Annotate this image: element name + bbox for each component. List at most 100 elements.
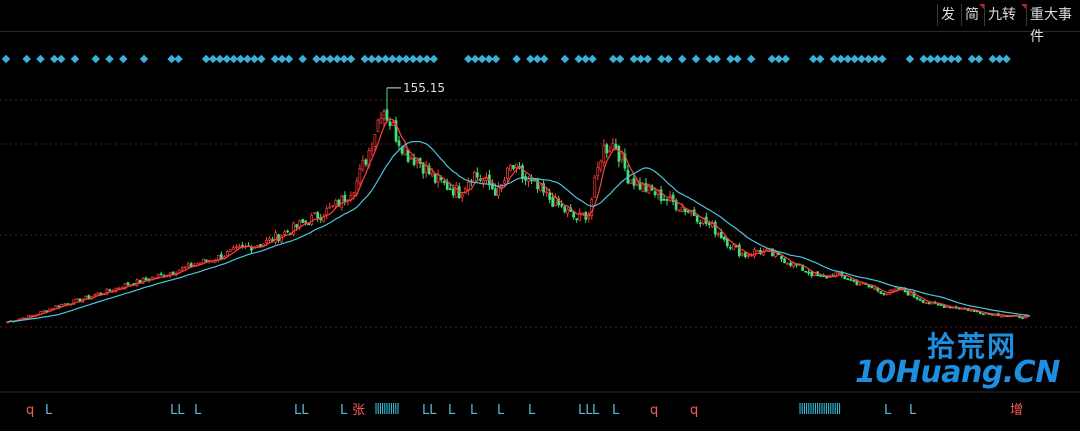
signal-label: LL — [578, 403, 593, 418]
candle-body — [783, 258, 786, 264]
candle-body — [274, 232, 277, 243]
candle-body — [96, 292, 100, 296]
candle-body — [731, 244, 735, 250]
signal-dot — [174, 54, 183, 64]
candle-body — [382, 111, 386, 120]
candle-body — [364, 159, 368, 165]
candle-body — [719, 231, 723, 239]
candle-body — [352, 192, 356, 196]
candle-body — [313, 212, 317, 215]
candle-body — [343, 194, 347, 203]
candle-body — [135, 279, 139, 286]
signal-dot — [22, 54, 31, 64]
signal-dot — [105, 54, 114, 64]
candle-body — [232, 247, 235, 250]
signal-dot — [298, 54, 307, 64]
candle-body — [560, 204, 564, 207]
signal-dot — [712, 54, 721, 64]
signal-dot — [429, 54, 439, 64]
candle-body — [57, 305, 61, 308]
candle-body — [653, 191, 657, 196]
candle-body — [138, 279, 142, 284]
candle-body — [774, 252, 777, 258]
candle-body — [849, 279, 853, 281]
candle-body — [918, 298, 922, 301]
signal-dot — [643, 54, 652, 64]
candle-body — [482, 179, 485, 184]
candle-body — [301, 219, 305, 223]
candle-body — [695, 215, 699, 222]
candle-body — [527, 179, 530, 182]
candle-body — [632, 178, 636, 186]
candle-body — [707, 223, 711, 226]
signal-label: L — [497, 403, 505, 418]
candle-body — [810, 271, 813, 277]
candle-body — [509, 165, 512, 171]
candle-body — [879, 291, 883, 294]
candle-body — [451, 188, 455, 196]
signal-label: L — [470, 403, 478, 418]
candle-body — [804, 270, 807, 273]
candle-body — [180, 267, 184, 270]
candle-body — [530, 179, 533, 182]
signal-dot — [539, 54, 549, 64]
candle-body — [472, 171, 476, 183]
candle-body — [385, 109, 389, 121]
signal-dot — [346, 54, 356, 64]
candle-body — [159, 273, 163, 276]
candle-body — [617, 145, 621, 162]
candle-body — [599, 160, 603, 170]
candle-body — [412, 157, 416, 166]
signal-dot — [615, 54, 625, 64]
signal-dot — [691, 54, 701, 64]
candle-body — [677, 209, 681, 212]
signal-dot — [588, 54, 597, 64]
signal-label: L — [884, 403, 892, 418]
candle-body — [1021, 317, 1024, 320]
signal-label: q — [690, 403, 698, 418]
candle-body — [921, 299, 925, 304]
signal-dot — [284, 54, 294, 64]
candle-body — [906, 291, 910, 296]
candle-body — [250, 247, 253, 251]
signal-label: LL — [170, 403, 185, 418]
candle-body — [870, 285, 874, 289]
signal-label: 增 — [1010, 403, 1023, 418]
candle-body — [689, 211, 693, 214]
candle-body — [551, 197, 554, 207]
candle-body — [852, 279, 856, 282]
watermark-english: 10Huang.CN — [855, 355, 1060, 390]
signal-label: L — [45, 403, 53, 418]
candle-body — [259, 244, 262, 247]
candle-body — [753, 249, 756, 257]
candle-body — [563, 206, 567, 212]
candle-body — [698, 222, 702, 225]
candle-body — [433, 173, 437, 183]
candle-body — [744, 252, 747, 258]
candle-body — [219, 254, 223, 260]
candle-body — [497, 186, 500, 196]
candle-body — [361, 160, 365, 170]
signal-dot — [257, 54, 266, 64]
candle-body — [21, 317, 24, 320]
candle-body — [280, 235, 283, 243]
signal-label: L — [194, 403, 202, 418]
candle-body — [545, 191, 548, 194]
candle-body — [741, 253, 744, 256]
candle-body — [42, 310, 45, 313]
candle-body — [334, 200, 338, 206]
candle-body — [391, 122, 395, 127]
candle-body — [843, 275, 847, 280]
candle-body — [448, 188, 452, 191]
candle-body — [780, 255, 783, 260]
signal-dot — [781, 54, 790, 64]
signal-dot — [878, 54, 887, 64]
candle-body — [596, 167, 600, 177]
candle-body — [891, 289, 895, 292]
candle-body — [548, 192, 551, 200]
candle-body — [1000, 315, 1003, 318]
candle-body — [229, 249, 232, 253]
signal-label: LL — [422, 403, 437, 418]
candle-body — [328, 206, 332, 209]
candle-body — [415, 160, 419, 163]
